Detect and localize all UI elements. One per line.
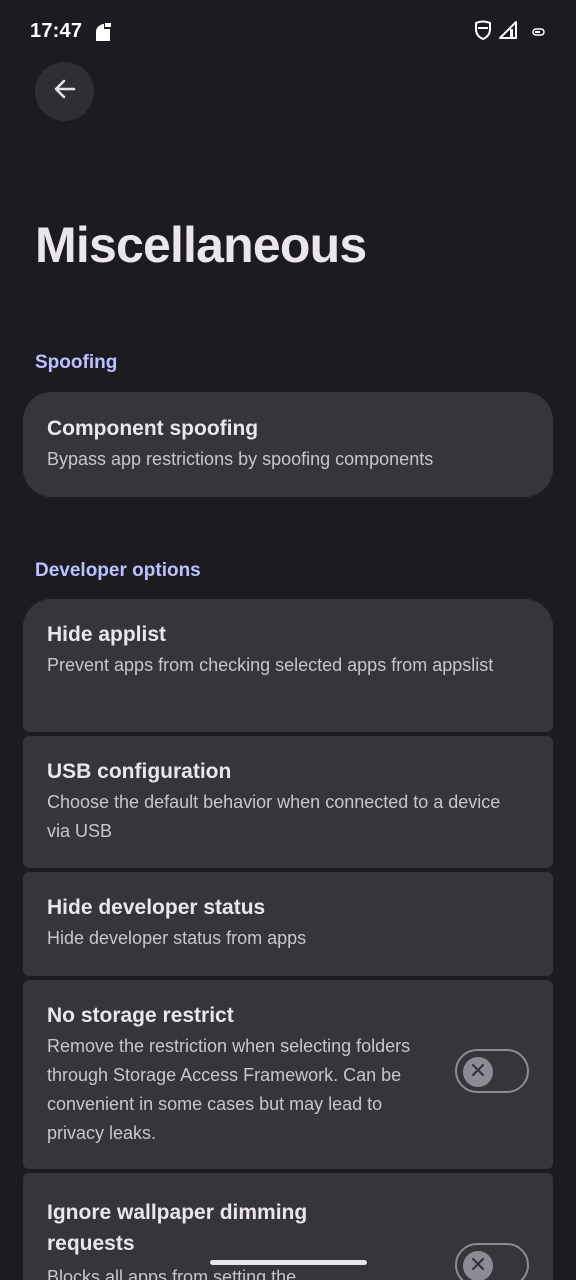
item-description: Choose the default behavior when connect… (47, 792, 501, 841)
no-storage-restrict-item[interactable]: No storage restrict Remove the restricti… (23, 980, 553, 1169)
back-button[interactable] (35, 62, 94, 121)
item-description: Hide developer status from apps (47, 928, 307, 948)
item-title: No storage restrict (47, 1004, 234, 1027)
shield-icon (474, 20, 492, 45)
notification-icon (94, 22, 112, 42)
item-title: Ignore wallpaper dimming requests (47, 1201, 308, 1255)
signal-icon (498, 20, 518, 45)
hide-applist-item[interactable]: Hide applist Prevent apps from checking … (23, 599, 553, 732)
status-bar: 17:47 (0, 0, 576, 64)
hide-developer-status-item[interactable]: Hide developer status Hide developer sta… (23, 872, 553, 976)
home-indicator[interactable] (210, 1260, 367, 1265)
toggle-thumb (463, 1251, 493, 1280)
section-header-developer-options: Developer options (35, 560, 201, 581)
section-header-spoofing: Spoofing (35, 352, 118, 373)
status-time: 17:47 (30, 20, 83, 42)
page-title: Miscellaneous (35, 217, 367, 273)
no-storage-restrict-toggle[interactable] (455, 1049, 529, 1093)
component-spoofing-item[interactable]: Component spoofing Bypass app restrictio… (23, 392, 553, 497)
close-icon (471, 1257, 485, 1276)
ignore-wallpaper-dimming-toggle[interactable] (455, 1243, 529, 1280)
item-description: Remove the restriction when selecting fo… (47, 1036, 411, 1143)
item-title: USB configuration (47, 760, 232, 783)
item-description: Blocks all apps from setting the (47, 1267, 297, 1280)
item-description: Prevent apps from checking selected apps… (47, 655, 494, 675)
battery-icon (532, 24, 546, 42)
arrow-left-icon (52, 76, 78, 107)
close-icon (471, 1063, 485, 1082)
item-description: Bypass app restrictions by spoofing comp… (47, 449, 434, 469)
usb-configuration-item[interactable]: USB configuration Choose the default beh… (23, 736, 553, 868)
item-title: Component spoofing (47, 417, 259, 440)
item-title: Hide developer status (47, 896, 266, 919)
toggle-thumb (463, 1057, 493, 1087)
item-title: Hide applist (47, 623, 167, 646)
